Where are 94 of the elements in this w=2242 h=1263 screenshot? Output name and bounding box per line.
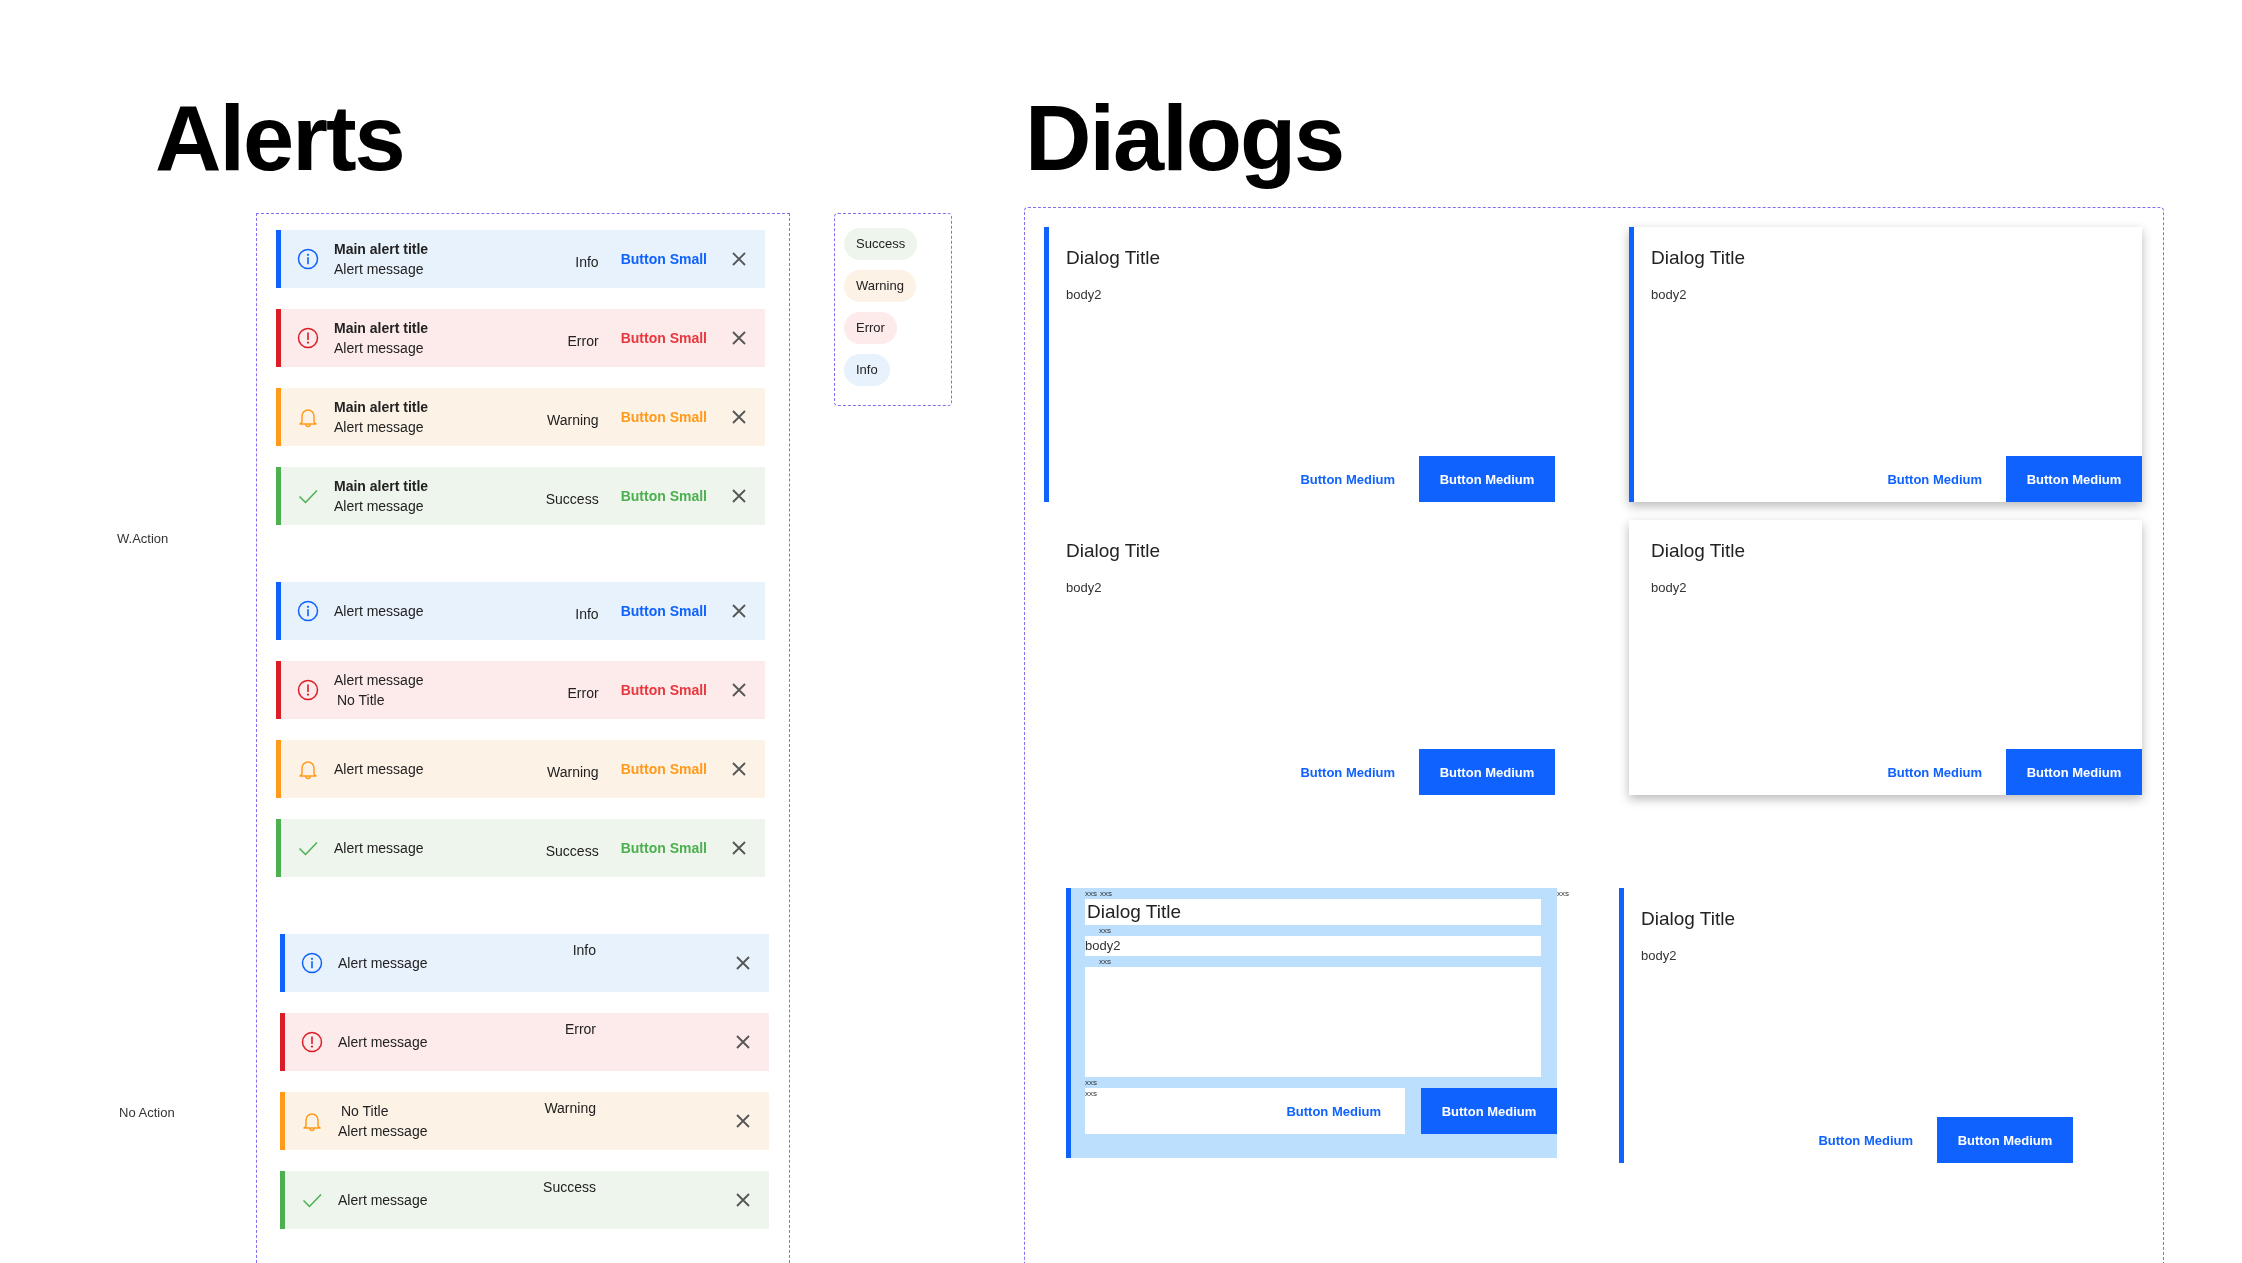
spacing-label: xxs	[1085, 1088, 1097, 1099]
alert-title: Main alert title	[334, 398, 430, 417]
error-icon	[297, 679, 319, 701]
alert-type-label: Error	[563, 1020, 596, 1037]
alert-type-label: Info	[574, 253, 599, 270]
dialog-title: Dialog Title	[1651, 247, 1746, 269]
close-button[interactable]	[731, 682, 747, 698]
dialog-title: Dialog Title	[1085, 899, 1541, 925]
info-icon	[297, 600, 319, 622]
close-button[interactable]	[735, 1034, 751, 1050]
spacing-label: xxs	[1557, 889, 1569, 898]
text-button[interactable]: Button Medium	[1863, 749, 2006, 795]
dialog-title: Dialog Title	[1066, 540, 1161, 562]
status-tag: Success	[844, 228, 918, 260]
alert-type-label: Info	[571, 941, 596, 958]
alert-message: Alert message	[334, 760, 425, 779]
text-button[interactable]: Button Medium	[1262, 1088, 1405, 1134]
spacing-label: xxs	[1085, 1077, 1097, 1088]
spacing-label: xxs	[1085, 888, 1097, 899]
text-button[interactable]: Button Medium	[1276, 749, 1419, 795]
dialog-title: Dialog Title	[1641, 908, 1736, 930]
alert-type-label: Error	[566, 332, 599, 349]
bell-icon	[297, 758, 319, 780]
alert-message: Alert message	[338, 1122, 429, 1141]
dialog-title: Dialog Title	[1066, 247, 1161, 269]
alert-message: Alert message	[338, 1033, 429, 1052]
alert-message: Alert message	[334, 671, 425, 690]
close-button[interactable]	[731, 251, 747, 267]
status-tag: Error	[844, 312, 897, 344]
alert-note: No Title	[337, 691, 386, 710]
close-button[interactable]	[731, 409, 747, 425]
alert-type-label: Warning	[543, 1099, 596, 1116]
alert-message: Alert message	[334, 418, 425, 437]
dialog-body: body2	[1066, 287, 1103, 302]
primary-button[interactable]: Button Medium	[2006, 456, 2142, 502]
alert-message: Alert message	[334, 339, 425, 358]
spacing-label: xxs	[1100, 888, 1112, 899]
alert-message: Alert message	[334, 260, 425, 279]
alert-type-label: Success	[544, 490, 599, 507]
alert-message: Alert message	[334, 497, 425, 516]
section-label: W.Action	[117, 531, 169, 546]
text-button[interactable]: Button Medium	[1276, 456, 1419, 502]
close-button[interactable]	[731, 488, 747, 504]
primary-button[interactable]: Button Medium	[1419, 749, 1555, 795]
alert-type-label: Info	[574, 605, 599, 622]
alert-type-label: Warning	[546, 763, 599, 780]
primary-button[interactable]: Button Medium	[1419, 456, 1555, 502]
text-button[interactable]: Button Medium	[1794, 1117, 1937, 1163]
dialog-body: body2	[1651, 580, 1688, 595]
alert-note: No Title	[341, 1102, 390, 1121]
page-heading: Alerts	[155, 88, 405, 188]
alert-message: Alert message	[334, 602, 425, 621]
page-heading: Dialogs	[1025, 88, 1345, 188]
alert-title: Main alert title	[334, 319, 430, 338]
info-icon	[301, 952, 323, 974]
close-button[interactable]	[735, 955, 751, 971]
alert-type-label: Error	[566, 684, 599, 701]
action-button[interactable]: Button Small	[620, 682, 707, 698]
primary-button[interactable]: Button Medium	[1421, 1088, 1557, 1134]
error-icon	[297, 327, 319, 349]
alert-message: Alert message	[334, 839, 425, 858]
close-button[interactable]	[735, 1113, 751, 1129]
bell-icon	[297, 406, 319, 428]
alert-type-label: Success	[544, 842, 599, 859]
alert-type-label: Warning	[546, 411, 599, 428]
alert-type-label: Success	[542, 1178, 596, 1195]
alert-title: Main alert title	[334, 477, 430, 496]
text-button[interactable]: Button Medium	[1863, 456, 2006, 502]
close-button[interactable]	[735, 1192, 751, 1208]
primary-button[interactable]: Button Medium	[1937, 1117, 2073, 1163]
bell-icon	[301, 1110, 323, 1132]
dialog-body: body2	[1066, 580, 1103, 595]
close-button[interactable]	[731, 840, 747, 856]
action-button[interactable]: Button Small	[620, 603, 707, 619]
alert-title: Main alert title	[334, 240, 430, 259]
info-icon	[297, 248, 319, 270]
dialog-title: Dialog Title	[1651, 540, 1746, 562]
status-tag: Warning	[844, 270, 916, 302]
dialog-body: body2	[1085, 936, 1541, 956]
close-button[interactable]	[731, 330, 747, 346]
action-button[interactable]: Button Small	[620, 251, 707, 267]
section-label: No Action	[119, 1105, 175, 1120]
action-button[interactable]: Button Small	[620, 330, 707, 346]
alert-message: Alert message	[338, 1191, 429, 1210]
spacing-label: xxs	[1098, 956, 1111, 967]
alert-message: Alert message	[338, 954, 429, 973]
primary-button[interactable]: Button Medium	[2006, 749, 2142, 795]
error-icon	[301, 1031, 323, 1053]
spacing-label: xxs	[1098, 925, 1111, 936]
close-button[interactable]	[731, 603, 747, 619]
dialog-body: body2	[1641, 948, 1678, 963]
close-button[interactable]	[731, 761, 747, 777]
dialog-body: body2	[1651, 287, 1688, 302]
status-tag: Info	[844, 354, 890, 386]
